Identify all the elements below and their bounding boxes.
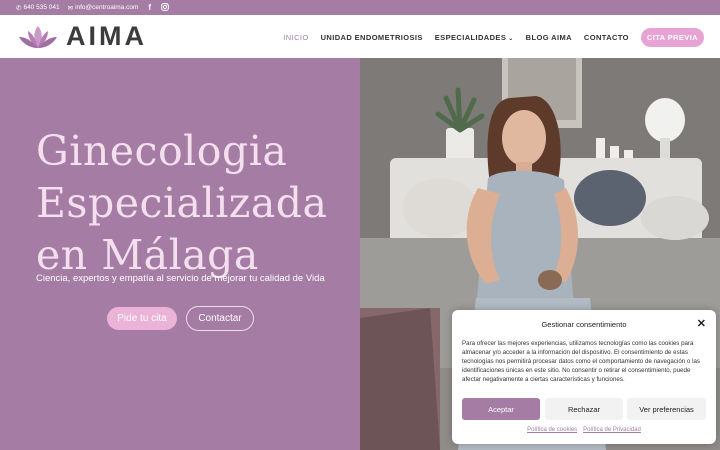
top-bar: ✆ 640 535 041 ✉ info@centroaima.com f [0, 0, 720, 15]
close-icon[interactable]: ✕ [697, 317, 706, 330]
hero-subtitle: Ciencia, expertos y empatía al servicio … [36, 273, 325, 284]
nav-blog-aima[interactable]: BLOG AIMA [526, 33, 572, 42]
chevron-down-icon: ⌄ [508, 36, 514, 42]
facebook-icon[interactable]: f [148, 3, 151, 12]
lotus-logo-icon [19, 25, 57, 48]
view-preferences-button[interactable]: Ver preferencias [627, 398, 706, 420]
nav-unidad-endometriosis[interactable]: UNIDAD ENDOMETRIOSIS [321, 33, 423, 42]
site-logo[interactable]: AIMA [16, 23, 147, 50]
pide-tu-cita-button[interactable]: Pide tu cita [107, 307, 177, 330]
nav-inicio[interactable]: INICIO [283, 33, 308, 42]
cookie-policy-link[interactable]: Política de cookies [527, 427, 577, 433]
email-contact[interactable]: ✉ info@centroaima.com [68, 4, 139, 12]
cookie-title: Gestionar consentimiento [541, 320, 627, 329]
cita-previa-button[interactable]: CITA PREVIA [640, 28, 704, 47]
cookie-consent-dialog: Gestionar consentimiento ✕ Para ofrecer … [452, 310, 716, 444]
cookie-links: Política de cookies Política de Privacid… [452, 427, 716, 433]
email-address: info@centroaima.com [75, 4, 139, 11]
nav-especialidades-label: ESPECIALIDADES [434, 33, 507, 42]
logo-text: AIMA [66, 21, 147, 51]
mail-icon: ✉ [67, 4, 74, 12]
phone-icon: ✆ [16, 4, 22, 12]
nav-contacto[interactable]: CONTACTO [584, 33, 629, 42]
instagram-icon[interactable] [161, 2, 169, 13]
cookie-description: Para ofrecer las mejores experiencias, u… [462, 340, 701, 383]
nav-especialidades[interactable]: ESPECIALIDADES ⌄ [435, 33, 514, 42]
site-header: AIMA INICIO UNIDAD ENDOMETRIOSIS ESPECIA… [0, 15, 720, 58]
main-nav: INICIO UNIDAD ENDOMETRIOSIS ESPECIALIDAD… [283, 28, 704, 47]
privacy-policy-link[interactable]: Política de Privacidad [583, 427, 641, 433]
contactar-button[interactable]: Contactar [186, 306, 254, 331]
accept-cookies-button[interactable]: Aceptar [462, 398, 540, 420]
phone-number: 640 535 041 [23, 4, 60, 11]
phone-contact[interactable]: ✆ 640 535 041 [16, 4, 60, 12]
hero-title-line: Ginecologia [36, 127, 288, 175]
hero-title: Ginecologia Especializada en Málaga [36, 125, 356, 281]
hero-title-line: Especializada [36, 179, 328, 227]
reject-cookies-button[interactable]: Rechazar [545, 398, 623, 420]
